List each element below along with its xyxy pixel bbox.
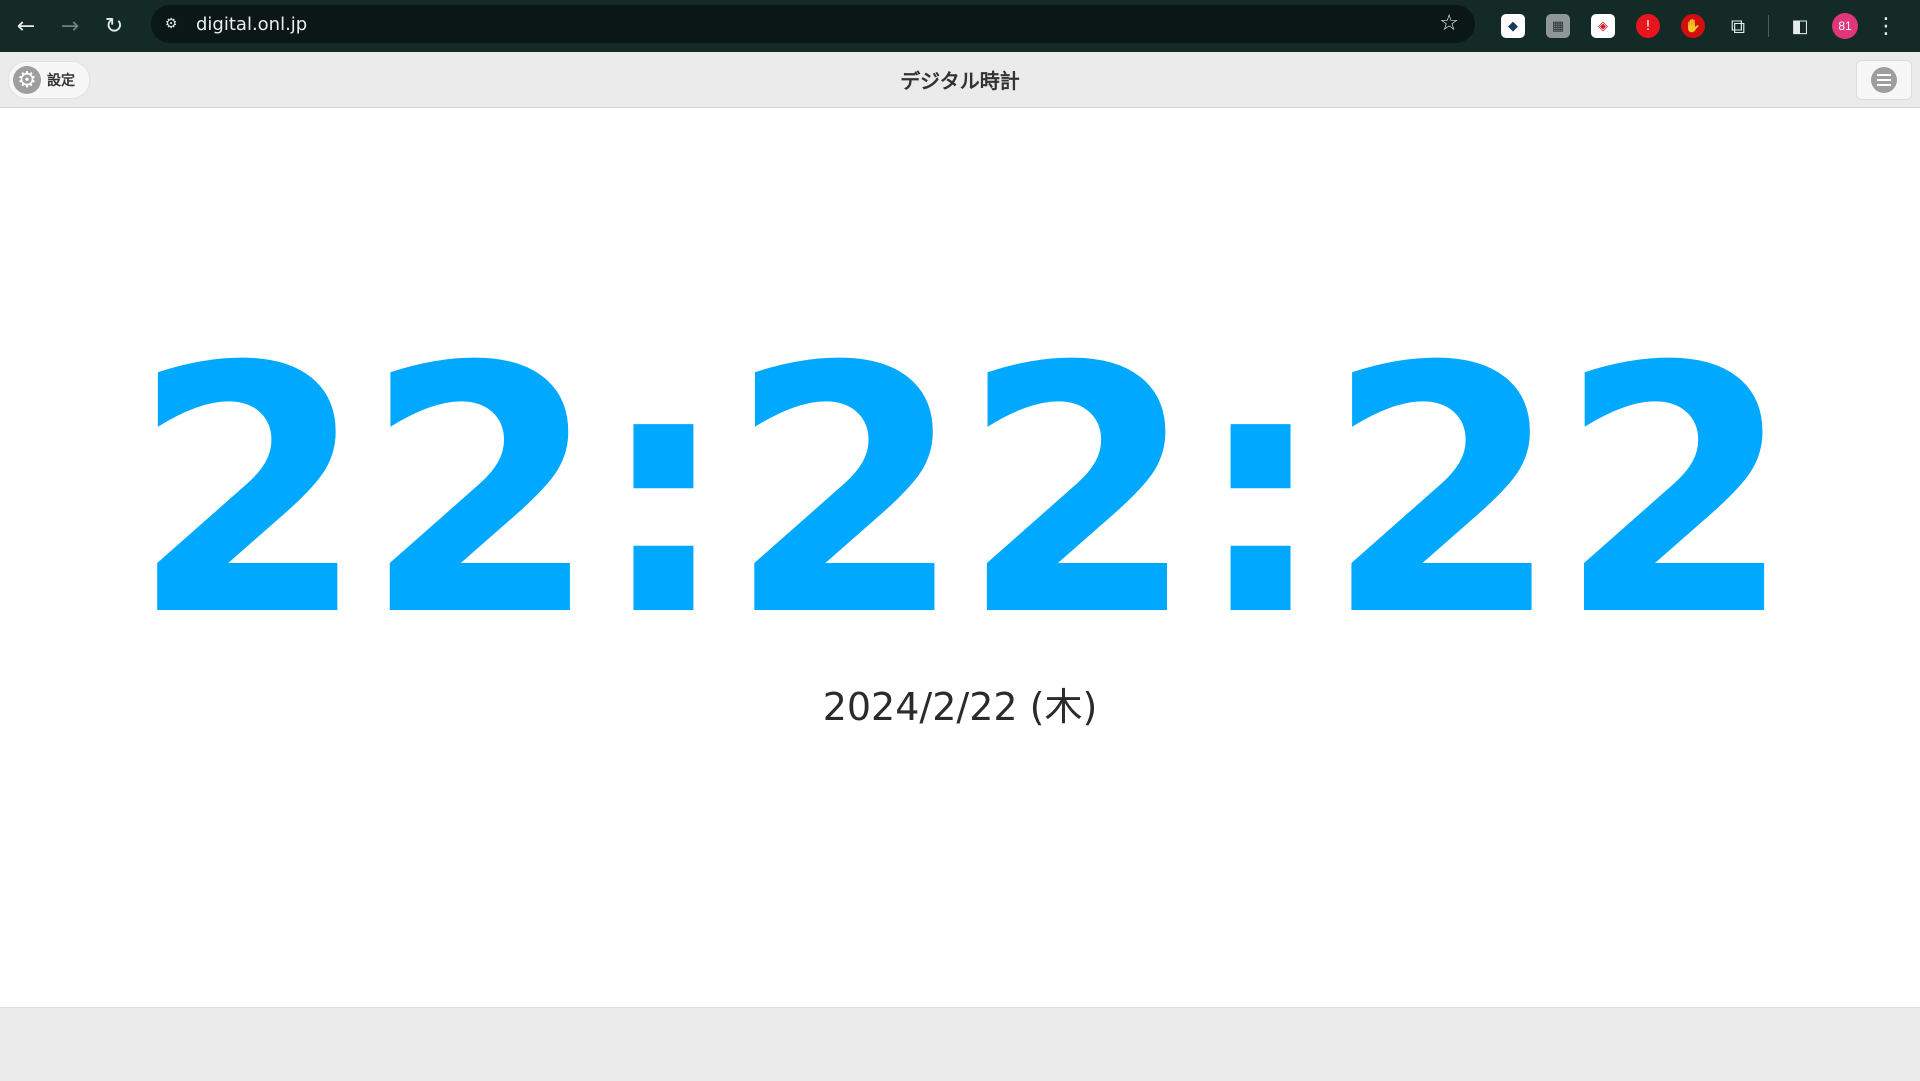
- back-arrow-icon: ←: [16, 13, 36, 39]
- toolbar-divider: [1768, 15, 1769, 37]
- forward-arrow-icon: →: [60, 13, 80, 39]
- site-info-button[interactable]: ⚙: [158, 11, 184, 37]
- extension-3-icon[interactable]: ◈: [1591, 14, 1615, 38]
- bookmark-star-icon[interactable]: ☆: [1439, 11, 1459, 36]
- extensions-puzzle-icon[interactable]: ⧉: [1726, 14, 1750, 38]
- extension-1-icon[interactable]: ◆: [1501, 14, 1525, 38]
- site-settings-icon: ⚙: [164, 16, 178, 32]
- extensions-area: ◆ ▦ ◈ ! ✋ ⧉ ◧ 81 ⋮: [1490, 8, 1898, 44]
- browser-menu-icon[interactable]: ⋮: [1874, 14, 1898, 39]
- menu-button[interactable]: [1856, 60, 1912, 100]
- extension-4-icon[interactable]: !: [1636, 14, 1660, 38]
- clock-date: 2024/2/22 (木): [822, 685, 1098, 729]
- page-header: ⚙ 設定 デジタル時計: [0, 52, 1920, 108]
- forward-button[interactable]: →: [48, 4, 92, 48]
- extension-2-icon[interactable]: ▦: [1546, 14, 1570, 38]
- reload-icon: ↻: [104, 13, 124, 39]
- reload-button[interactable]: ↻: [92, 4, 136, 48]
- url-text[interactable]: digital.onl.jp: [196, 14, 307, 35]
- page-title: デジタル時計: [900, 69, 1020, 93]
- digital-clock-time: 22:22:22: [130, 295, 1793, 691]
- hamburger-menu-icon: [1871, 67, 1897, 93]
- page-footer: [0, 1007, 1920, 1081]
- side-panel-icon[interactable]: ◧: [1788, 14, 1812, 38]
- back-button[interactable]: ←: [4, 4, 48, 48]
- address-bar[interactable]: ⚙ digital.onl.jp ☆: [151, 5, 1475, 43]
- browser-toolbar: ← → ↻ ⚙ digital.onl.jp ☆ ◆ ▦ ◈ ! ✋ ⧉ ◧ 8…: [0, 0, 1920, 52]
- extension-5-icon[interactable]: ✋: [1681, 14, 1705, 38]
- profile-avatar[interactable]: 81: [1832, 13, 1858, 39]
- clock-area: 22:22:22 2024/2/22 (木): [0, 108, 1920, 1007]
